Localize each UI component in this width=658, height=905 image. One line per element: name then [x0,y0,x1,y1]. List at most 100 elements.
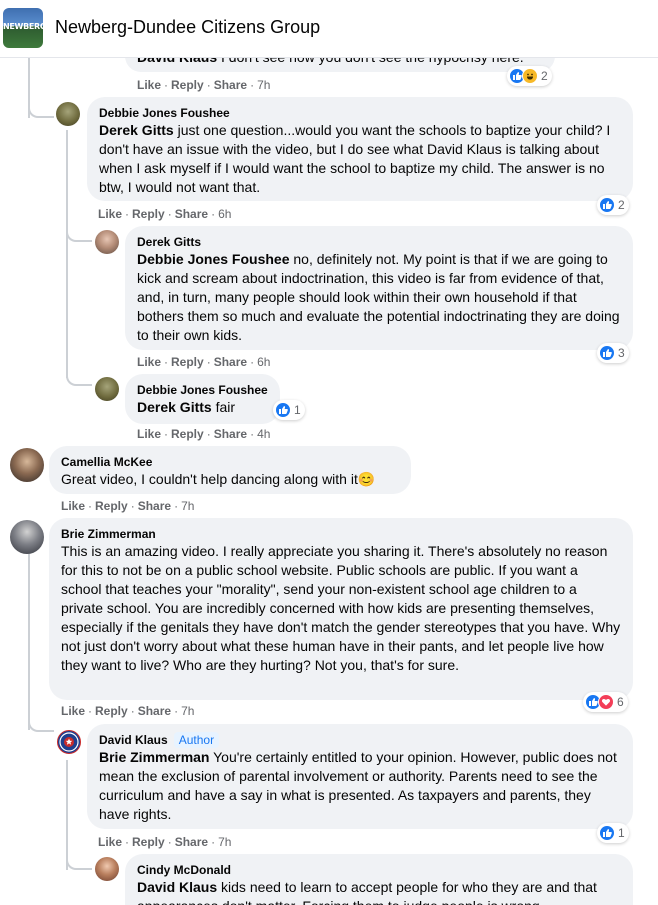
share-button[interactable]: Share [138,704,171,718]
separator-dot: · [174,499,179,513]
reaction-summary[interactable]: 1 [597,823,629,843]
comment-actions: Like · Reply · Share · 6h [98,206,231,222]
share-button[interactable]: Share [175,207,208,221]
comment-actions: Like · Reply · Share · 7h [98,834,231,850]
reaction-count: 3 [618,346,625,360]
comment-bubble: Debbie Jones Foushee Derek Gitts just on… [87,97,633,201]
group-title[interactable]: Newberg-Dundee Citizens Group [55,17,320,38]
like-icon [599,197,615,213]
separator-dot: · [211,207,216,221]
reaction-summary[interactable]: 2 [507,66,552,86]
reply-button[interactable]: Reply [132,207,165,221]
separator-dot: · [164,355,169,369]
like-button[interactable]: Like [137,355,161,369]
comment-author[interactable]: Debbie Jones Foushee [137,382,268,398]
reaction-count: 1 [618,826,625,840]
separator-dot: · [167,835,172,849]
comment-bubble: Debbie Jones Foushee Derek Gitts fair [125,374,280,424]
avatar[interactable] [10,448,44,482]
comment-author[interactable]: Derek Gitts [137,234,621,250]
like-button[interactable]: Like [61,704,85,718]
comment-bubble: David Klaus Author Brie Zimmerman You're… [87,724,633,829]
comment-text: This is an amazing video. I really appre… [61,543,621,673]
avatar[interactable] [57,730,81,754]
share-button[interactable]: Share [214,78,247,92]
separator-dot: · [206,78,211,92]
avatar[interactable] [95,857,119,881]
thread-connector [66,852,92,870]
like-icon [599,825,615,841]
comment-timestamp[interactable]: 6h [218,207,231,221]
comment-timestamp[interactable]: 6h [257,355,270,369]
comment-author[interactable]: David Klaus [99,732,168,748]
group-avatar-text: NEWBERG [3,22,43,31]
comment-actions: Like · Reply · Share · 4h [137,426,270,442]
separator-dot: · [88,704,93,718]
share-button[interactable]: Share [175,835,208,849]
reply-button[interactable]: Reply [95,704,128,718]
comment-mention[interactable]: Derek Gitts [137,399,212,415]
comment-text: fair [215,399,236,415]
reply-button[interactable]: Reply [171,355,204,369]
comment-timestamp[interactable]: 7h [181,499,194,513]
seal-icon [59,732,79,752]
avatar[interactable] [56,102,80,126]
share-button[interactable]: Share [214,355,247,369]
comment-timestamp[interactable]: 7h [218,835,231,849]
reaction-count: 1 [294,403,301,417]
avatar[interactable] [95,377,119,401]
comment-author[interactable]: Debbie Jones Foushee [99,105,621,121]
reaction-summary[interactable]: 3 [597,343,629,363]
group-avatar[interactable]: NEWBERG [3,8,43,48]
share-button[interactable]: Share [214,427,247,441]
thread-connector [28,712,54,732]
thread-connector [66,366,92,386]
reaction-count: 6 [617,695,624,709]
avatar[interactable] [10,520,44,554]
avatar[interactable] [95,230,119,254]
comment-timestamp[interactable]: 7h [257,78,270,92]
separator-dot: · [125,207,130,221]
separator-dot: · [250,427,255,441]
reply-button[interactable]: Reply [132,835,165,849]
separator-dot: · [125,835,130,849]
love-icon [598,694,614,710]
comment-timestamp[interactable]: 7h [181,704,194,718]
reaction-count: 2 [541,69,548,83]
reply-button[interactable]: Reply [171,427,204,441]
comment-author[interactable]: Cindy McDonald [137,862,621,878]
thread-connector [66,222,92,242]
reply-button[interactable]: Reply [171,78,204,92]
like-button[interactable]: Like [98,835,122,849]
comment-bubble: Camellia McKee Great video, I couldn't h… [49,446,411,494]
group-header: NEWBERG Newberg-Dundee Citizens Group [0,0,658,58]
reply-button[interactable]: Reply [95,499,128,513]
share-button[interactable]: Share [138,499,171,513]
comment-mention[interactable]: David Klaus [137,879,217,895]
like-button[interactable]: Like [98,207,122,221]
comment-mention[interactable]: Brie Zimmerman [99,749,209,765]
comment-mention[interactable]: Debbie Jones Foushee [137,251,289,267]
like-button[interactable]: Like [137,78,161,92]
like-button[interactable]: Like [61,499,85,513]
comment-author[interactable]: Brie Zimmerman [61,526,621,542]
separator-dot: · [174,704,179,718]
separator-dot: · [130,499,135,513]
reaction-summary[interactable]: 6 [583,692,628,712]
comment-timestamp[interactable]: 4h [257,427,270,441]
comment-text: just one question...would you want the s… [99,122,611,195]
comment-actions: Like · Reply · Share · 7h [61,703,194,719]
reaction-summary[interactable]: 2 [597,195,629,215]
author-badge: Author [173,732,220,748]
separator-dot: · [206,427,211,441]
comment-author[interactable]: Camellia McKee [61,454,399,470]
like-button[interactable]: Like [137,427,161,441]
reaction-summary[interactable]: 1 [273,400,305,420]
separator-dot: · [130,704,135,718]
comment-mention[interactable]: Derek Gitts [99,122,174,138]
separator-dot: · [206,355,211,369]
separator-dot: · [167,207,172,221]
comment-bubble: Derek Gitts Debbie Jones Foushee no, def… [125,226,633,350]
comment-feed: David Klaus I don't see how you don't se… [0,0,658,905]
thread-connector [28,100,54,118]
